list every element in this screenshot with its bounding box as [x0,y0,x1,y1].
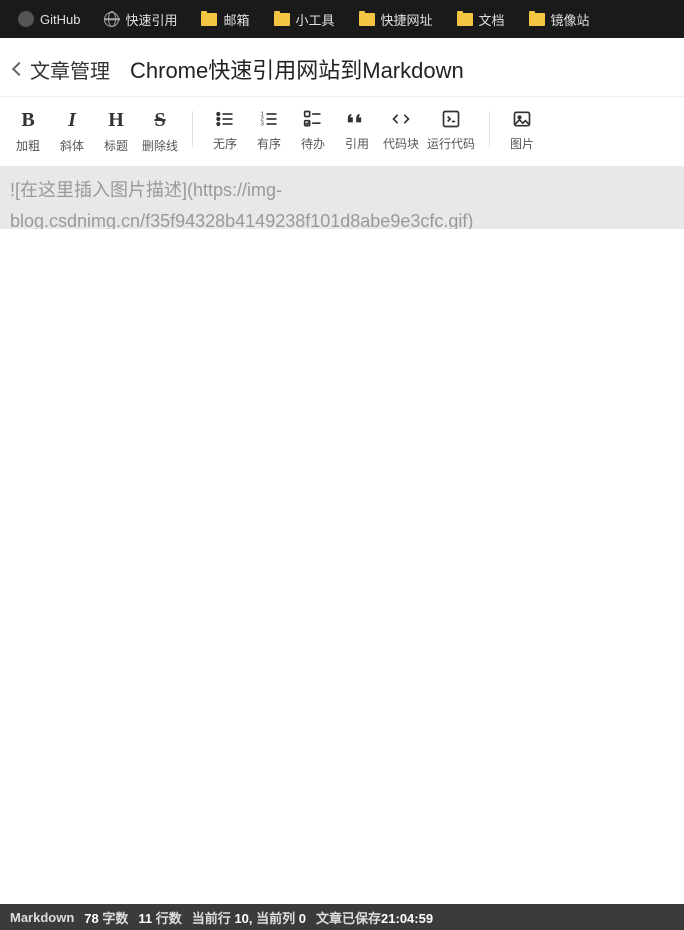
folder-icon [201,13,217,26]
tool-label: 引用 [345,135,369,152]
status-wordcount: 78 字数 [84,908,128,927]
bookmark-bar: GitHub 快速引用 邮箱 小工具 快捷网址 文档 镜像站 [0,0,684,38]
ul-button[interactable]: 无序 [203,105,247,156]
bookmark-label: GitHub [40,12,80,27]
bookmark-label: 镜像站 [551,10,590,29]
todo-button[interactable]: 待办 [291,105,335,156]
ul-icon [215,109,235,129]
tool-label: 待办 [301,135,325,152]
tool-label: 运行代码 [427,135,475,152]
image-button[interactable]: 图片 [500,105,544,156]
status-bar: Markdown 78 字数 11 行数 当前行 10, 当前列 0 文章已保存… [0,904,684,930]
github-icon [18,11,34,27]
heading-button[interactable]: H 标题 [94,105,138,158]
editor-header: 文章管理 [0,38,684,97]
status-linecount: 11 行数 [138,908,181,927]
strike-button-icon: S [154,109,165,131]
bookmark-label: 快捷网址 [381,10,433,29]
bookmark-label: 文档 [479,10,505,29]
tool-label: 无序 [213,135,237,152]
heading-button-icon: H [108,109,124,131]
run-icon [441,109,461,129]
toolbar-divider [489,111,490,147]
tool-label: 代码块 [383,135,419,152]
runcode-button[interactable]: 运行代码 [423,105,479,156]
folder-icon [274,13,290,26]
tool-label: 斜体 [60,137,84,154]
tool-label: 删除线 [142,137,178,154]
svg-text:3: 3 [261,122,264,128]
image-icon [512,109,532,129]
strike-button[interactable]: S 删除线 [138,105,182,158]
bookmark-label: 快速引用 [125,10,177,29]
ol-button[interactable]: 123 有序 [247,105,291,156]
back-to-articles[interactable]: 文章管理 [14,55,110,84]
tool-label: 图片 [510,135,534,152]
editor-content[interactable]: ![在这里插入图片描述](https://img- blog.csdnimg.c… [10,175,674,236]
bold-button-icon: B [21,109,34,131]
back-label: 文章管理 [30,55,110,84]
codeblock-button[interactable]: 代码块 [379,105,423,156]
bookmark-4[interactable]: 快捷网址 [349,6,443,33]
folder-icon [359,13,375,26]
tool-label: 标题 [104,137,128,154]
bookmark-3[interactable]: 小工具 [264,6,345,33]
italic-button-icon: I [68,109,76,131]
tool-label: 加粗 [16,137,40,154]
globe-icon [104,12,119,27]
tool-label: 有序 [257,135,281,152]
bookmark-2[interactable]: 邮箱 [191,6,259,33]
bookmark-0[interactable]: GitHub [8,7,90,31]
editor-area[interactable]: ![在这里插入图片描述](https://img- blog.csdnimg.c… [0,167,684,904]
bookmark-6[interactable]: 镜像站 [519,6,600,33]
editor-toolbar: B 加粗 I 斜体 H 标题 S 删除线 无序 123 有序 待办 引用代码块运行代码 图片 [0,97,684,167]
status-saved: 文章已保存21:04:59 [316,908,433,927]
article-title-input[interactable] [120,50,670,88]
editor-empty-area[interactable] [0,229,684,904]
bold-button[interactable]: B 加粗 [6,105,50,158]
bookmark-label: 小工具 [296,10,335,29]
quote-icon [347,109,367,129]
bookmark-5[interactable]: 文档 [447,6,515,33]
status-mode: Markdown [10,910,74,925]
folder-icon [457,13,473,26]
toolbar-divider [192,111,193,147]
bookmark-label: 邮箱 [223,10,249,29]
chevron-left-icon [12,62,26,76]
quote-button[interactable]: 引用 [335,105,379,156]
folder-icon [529,13,545,26]
bookmark-1[interactable]: 快速引用 [94,6,187,33]
editor-line-1: ![在这里插入图片描述](https://img- [10,175,674,206]
code-icon [391,109,411,129]
todo-icon [303,109,323,129]
ol-icon: 123 [259,109,279,129]
italic-button[interactable]: I 斜体 [50,105,94,158]
status-position: 当前行 10, 当前列 0 [192,908,306,927]
